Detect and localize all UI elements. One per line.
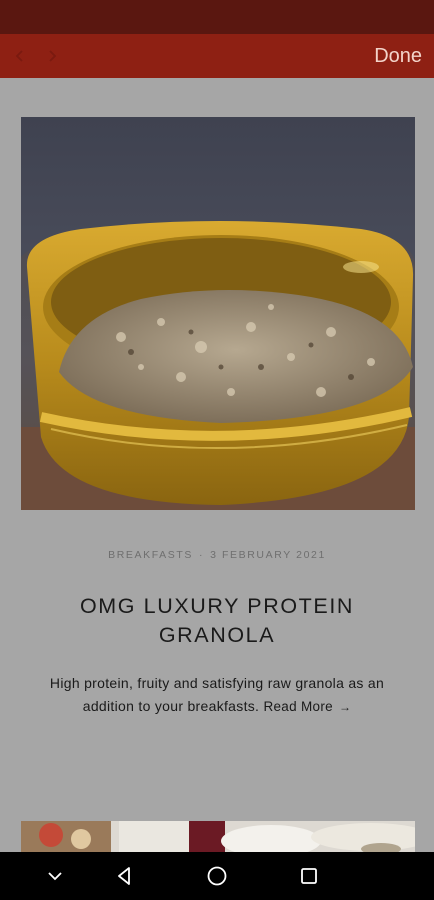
post-meta: BREAKFASTS · 3 FEBRUARY 2021	[0, 549, 434, 561]
post-date: 3 FEBRUARY 2021	[210, 549, 326, 561]
done-button[interactable]: Done	[374, 34, 422, 78]
granola-bowl-illustration	[21, 117, 415, 510]
read-more-link[interactable]: Read More →	[263, 699, 351, 714]
next-post-illustration	[21, 821, 415, 852]
browser-toolbar: Done	[0, 34, 434, 78]
post-title[interactable]: OMG LUXURY PROTEIN GRANOLA	[30, 592, 404, 650]
back-triangle-icon[interactable]	[101, 852, 149, 900]
next-post-image[interactable]	[21, 821, 415, 852]
post-excerpt: High protein, fruity and satisfying raw …	[24, 672, 410, 719]
meta-separator: ·	[198, 549, 205, 561]
system-navigation-bar	[0, 852, 434, 900]
post-category[interactable]: BREAKFASTS	[108, 549, 193, 561]
status-bar	[0, 0, 434, 34]
arrow-right-icon: →	[338, 700, 352, 714]
chevron-down-icon[interactable]	[31, 852, 79, 900]
chevron-left-icon[interactable]	[8, 34, 32, 78]
chevron-right-icon[interactable]	[40, 34, 64, 78]
home-circle-icon[interactable]	[193, 852, 241, 900]
read-more-label: Read More	[263, 699, 333, 714]
recents-square-icon[interactable]	[285, 852, 333, 900]
granola-bowl-image[interactable]	[21, 117, 415, 510]
